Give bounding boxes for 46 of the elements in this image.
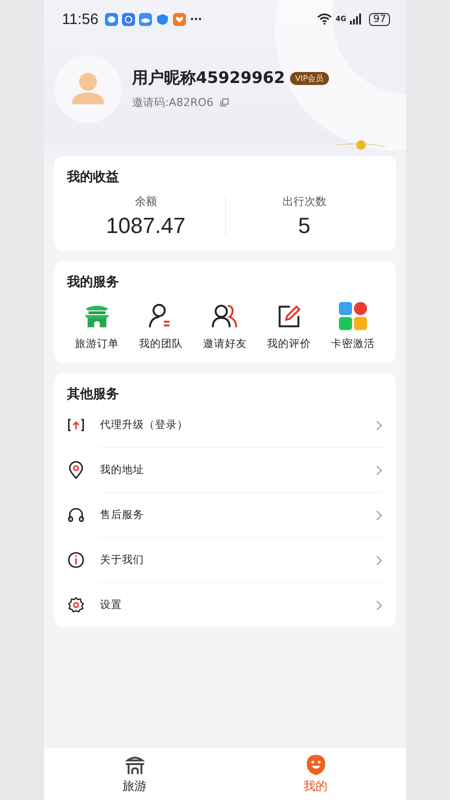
- chevron-right-icon: [376, 420, 383, 430]
- menu-item[interactable]: 我的地址: [100, 463, 376, 477]
- service-label[interactable]: 邀请好友: [203, 337, 247, 351]
- section-title: 我的收益: [67, 169, 120, 186]
- avatar-icon: [54, 55, 122, 123]
- status-time: 11:56: [62, 10, 98, 28]
- tab[interactable]: 我的: [225, 748, 406, 800]
- browser-icon: [122, 12, 136, 26]
- menu-item[interactable]: 设置: [100, 598, 376, 612]
- message-icon: [105, 12, 118, 26]
- invite-code: 邀请码:A82RO6: [132, 95, 214, 110]
- settings-icon: [67, 596, 85, 614]
- menu-item[interactable]: 代理升级（登录）: [100, 418, 376, 432]
- vip-badge: VIP会员: [290, 72, 329, 85]
- more-icon: [190, 17, 202, 21]
- battery-level: 97: [369, 12, 390, 26]
- service-label[interactable]: 旅游订单: [75, 337, 119, 351]
- chevron-right-icon: [376, 464, 383, 476]
- section-title: 其他服务: [67, 386, 120, 403]
- upload-icon: [67, 416, 85, 434]
- chevron-right-icon: [376, 510, 383, 520]
- gate-icon: [124, 754, 146, 776]
- location-pin-icon: [67, 461, 85, 479]
- menu-item[interactable]: 售后服务: [100, 508, 376, 522]
- user-nickname: 用户昵称45929962: [132, 68, 286, 89]
- service-label[interactable]: 我的团队: [139, 337, 183, 351]
- stat-value: 1087.47: [106, 213, 186, 239]
- shield-icon: [156, 12, 170, 26]
- headset-icon: [67, 506, 85, 524]
- tab[interactable]: 旅游: [44, 748, 225, 800]
- cloud-icon: [139, 12, 152, 26]
- wifi-icon: [316, 13, 332, 25]
- stat-value: 5: [298, 213, 310, 239]
- stat-label: 余额: [134, 194, 157, 209]
- chevron-right-icon: [376, 600, 383, 610]
- section-title: 我的服务: [67, 274, 120, 291]
- service-label[interactable]: 卡密激活: [331, 337, 375, 351]
- menu-item[interactable]: 关于我们: [100, 553, 376, 567]
- chevron-right-icon: [376, 554, 383, 566]
- service-label[interactable]: 我的评价: [267, 337, 311, 351]
- stat-label: 出行次数: [282, 194, 326, 209]
- signal-icon: [350, 13, 362, 25]
- apps-icon: [338, 301, 368, 331]
- smiley-icon: [304, 754, 326, 776]
- info-icon: [67, 551, 85, 569]
- copy-icon[interactable]: [220, 98, 229, 107]
